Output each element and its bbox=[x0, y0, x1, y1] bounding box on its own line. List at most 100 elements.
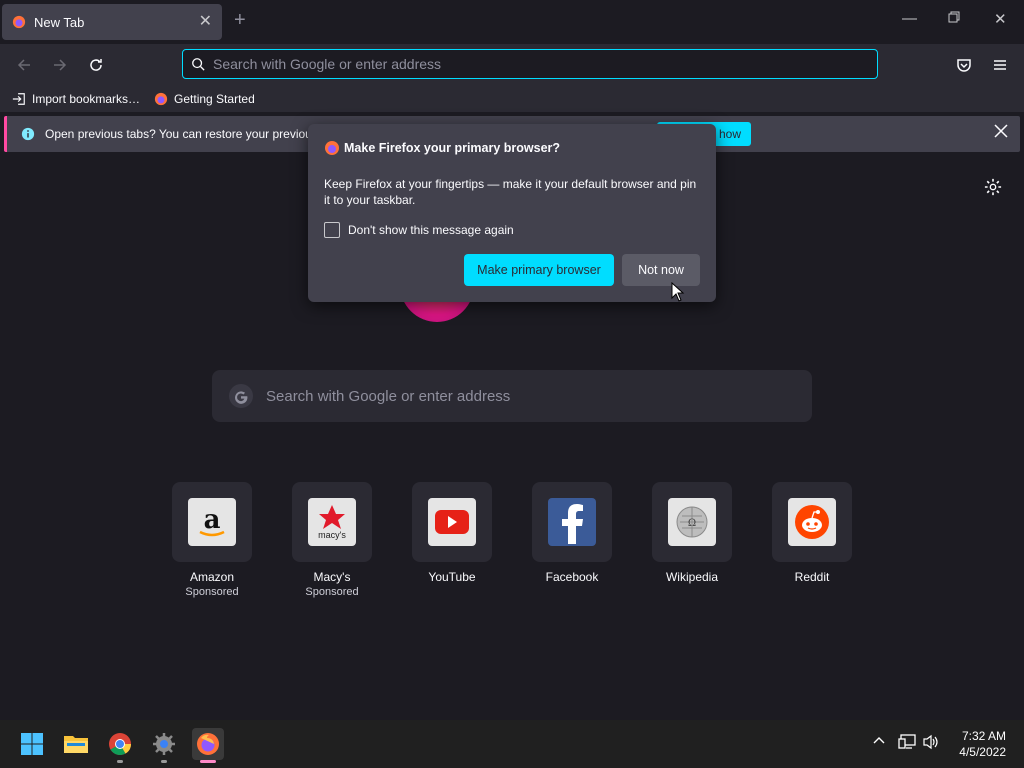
dialog-header: Make Firefox your primary browser? bbox=[324, 140, 560, 156]
close-notification-icon[interactable] bbox=[994, 124, 1008, 143]
wikipedia-icon: Ω bbox=[668, 498, 716, 546]
firefox-icon bbox=[197, 733, 219, 755]
top-site-youtube[interactable]: YouTube bbox=[412, 482, 492, 598]
top-site-wikipedia[interactable]: Ω Wikipedia bbox=[652, 482, 732, 598]
tab-new-tab[interactable]: New Tab ✕ bbox=[2, 4, 222, 40]
firefox-icon bbox=[12, 15, 26, 29]
windows-icon bbox=[21, 733, 43, 755]
tile-name: Macy's bbox=[313, 570, 351, 584]
clock-date: 4/5/2022 bbox=[959, 745, 1006, 759]
not-now-button[interactable]: Not now bbox=[622, 254, 700, 286]
search-icon bbox=[192, 58, 205, 71]
bookmark-label: Import bookmarks… bbox=[32, 92, 141, 106]
settings-gear-icon[interactable] bbox=[984, 178, 1002, 201]
newtab-search-placeholder: Search with Google or enter address bbox=[266, 387, 511, 405]
make-primary-browser-button[interactable]: Make primary browser bbox=[464, 254, 614, 286]
checkbox-label: Don't show this message again bbox=[348, 223, 514, 237]
top-sites: a Amazon Sponsored macy's Macy's Sponsor… bbox=[172, 482, 852, 598]
default-browser-dialog: Make Firefox your primary browser? Keep … bbox=[308, 124, 716, 302]
firefox-icon bbox=[154, 92, 168, 106]
forward-button[interactable] bbox=[49, 54, 71, 76]
running-indicator bbox=[117, 760, 123, 763]
new-tab-button[interactable]: + bbox=[234, 10, 246, 30]
facebook-icon bbox=[548, 498, 596, 546]
gear-icon bbox=[153, 733, 175, 755]
tile-box: a bbox=[172, 482, 252, 562]
start-button[interactable] bbox=[16, 728, 48, 760]
top-site-reddit[interactable]: Reddit bbox=[772, 482, 852, 598]
dialog-title: Make Firefox your primary browser? bbox=[344, 141, 561, 155]
tile-sponsored: Sponsored bbox=[305, 586, 359, 598]
tile-box bbox=[772, 482, 852, 562]
secondary-button-label: Not now bbox=[638, 263, 684, 277]
arrow-left-icon bbox=[17, 59, 30, 71]
folder-icon bbox=[64, 736, 88, 753]
restore-button-label: how bbox=[718, 127, 741, 141]
taskbar-chrome[interactable] bbox=[104, 728, 136, 763]
tile-name: YouTube bbox=[428, 570, 476, 584]
chrome-icon bbox=[109, 733, 131, 755]
running-indicator bbox=[161, 760, 167, 763]
dialog-body: Keep Firefox at your fingertips — make i… bbox=[324, 177, 697, 207]
restore-icon[interactable] bbox=[948, 10, 960, 27]
notification-message: Open previous tabs? You can restore your… bbox=[45, 127, 318, 141]
tile-box bbox=[412, 482, 492, 562]
tab-title: New Tab bbox=[34, 14, 85, 30]
amazon-icon: a bbox=[188, 498, 236, 546]
dont-show-again-checkbox[interactable]: Don't show this message again bbox=[324, 222, 514, 238]
hamburger-menu-icon bbox=[994, 60, 1006, 70]
tile-name: Reddit bbox=[794, 570, 830, 584]
tile-name: Amazon bbox=[189, 570, 235, 584]
primary-button-label: Make primary browser bbox=[477, 263, 601, 277]
tab-strip: New Tab ✕ + — ✕ bbox=[0, 0, 1024, 44]
arrow-right-icon bbox=[54, 59, 67, 71]
network-icon[interactable] bbox=[898, 734, 916, 755]
menu-button[interactable] bbox=[989, 54, 1011, 76]
volume-icon[interactable] bbox=[922, 734, 940, 755]
tile-name: Facebook bbox=[545, 570, 599, 584]
url-input[interactable] bbox=[213, 56, 813, 72]
svg-text:a: a bbox=[204, 505, 221, 535]
mouse-cursor-icon bbox=[671, 282, 685, 302]
import-icon bbox=[12, 93, 25, 105]
taskbar-settings[interactable] bbox=[148, 728, 180, 763]
taskbar: 7:32 AM 4/5/2022 bbox=[0, 720, 1024, 768]
youtube-icon bbox=[428, 498, 476, 546]
top-site-macys[interactable]: macy's Macy's Sponsored bbox=[292, 482, 372, 598]
close-tab-icon[interactable]: ✕ bbox=[199, 14, 212, 30]
top-site-facebook[interactable]: Facebook bbox=[532, 482, 612, 598]
pocket-icon bbox=[957, 59, 971, 72]
tile-name: Wikipedia bbox=[665, 570, 719, 584]
tile-sponsored: Sponsored bbox=[185, 586, 239, 598]
macys-icon: macy's bbox=[308, 498, 356, 546]
bookmark-label: Getting Started bbox=[174, 92, 255, 106]
taskbar-file-explorer[interactable] bbox=[60, 728, 92, 760]
system-clock[interactable]: 7:32 AM 4/5/2022 bbox=[950, 728, 1006, 760]
clock-time: 7:32 AM bbox=[961, 729, 1006, 743]
tile-box: Ω bbox=[652, 482, 732, 562]
address-bar[interactable] bbox=[182, 49, 878, 79]
svg-text:Ω: Ω bbox=[688, 518, 696, 529]
reload-icon bbox=[90, 59, 102, 71]
top-site-amazon[interactable]: a Amazon Sponsored bbox=[172, 482, 252, 598]
tile-box: macy's bbox=[292, 482, 372, 562]
back-button[interactable] bbox=[13, 54, 35, 76]
macys-logo-text: macy's bbox=[318, 530, 346, 540]
reddit-icon bbox=[788, 498, 836, 546]
pocket-button[interactable] bbox=[953, 54, 975, 76]
window-close-icon[interactable]: ✕ bbox=[994, 10, 1007, 28]
bookmark-import[interactable]: Import bookmarks… bbox=[12, 92, 140, 106]
checkbox-box[interactable] bbox=[324, 222, 340, 238]
reload-button[interactable] bbox=[85, 54, 107, 76]
firefox-icon bbox=[325, 141, 339, 155]
active-indicator bbox=[200, 760, 216, 763]
bookmark-getting-started[interactable]: Getting Started bbox=[154, 92, 255, 106]
newtab-search-box[interactable]: Search with Google or enter address bbox=[212, 370, 812, 422]
info-icon bbox=[21, 127, 35, 141]
google-icon bbox=[229, 384, 253, 408]
show-hidden-icons-chevron-icon[interactable] bbox=[872, 734, 886, 753]
taskbar-firefox[interactable] bbox=[192, 728, 224, 763]
minimize-icon[interactable]: — bbox=[902, 10, 917, 27]
bookmarks-toolbar: Import bookmarks… Getting Started bbox=[0, 86, 1024, 112]
tile-box bbox=[532, 482, 612, 562]
